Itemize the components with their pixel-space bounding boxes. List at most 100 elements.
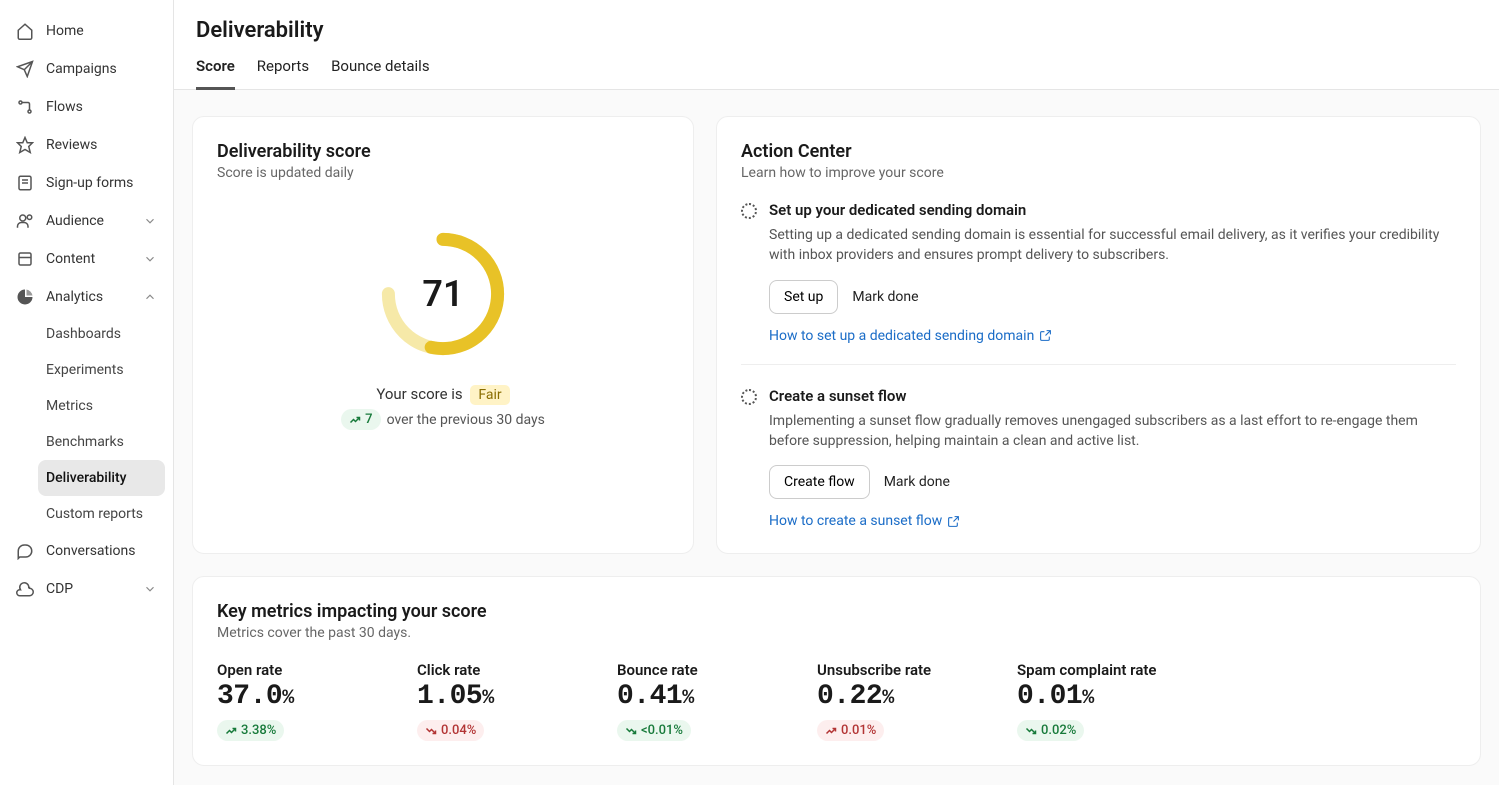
users-icon (16, 212, 34, 230)
sidebar-item-flows[interactable]: Flows (8, 88, 165, 126)
metric-value: 37.0% (217, 681, 377, 712)
content: Deliverability score Score is updated da… (174, 90, 1499, 785)
sidebar-item-label: Content (46, 251, 95, 267)
score-sub: Score is updated daily (217, 165, 669, 181)
score-gauge: 71 (378, 229, 508, 359)
sidebar-item-home[interactable]: Home (8, 12, 165, 50)
submenu-item-custom-reports[interactable]: Custom reports (38, 496, 165, 532)
metric: Click rate1.05%0.04% (417, 661, 577, 741)
sidebar-item-conversations[interactable]: Conversations (8, 532, 165, 570)
content-icon (16, 250, 34, 268)
sidebar-item-signup-forms[interactable]: Sign-up forms (8, 164, 165, 202)
sidebar-item-label: Campaigns (46, 61, 117, 77)
cloud-icon (16, 580, 34, 598)
metric-trend-pill: 3.38% (217, 720, 284, 741)
metric-value: 0.22% (817, 681, 977, 712)
metric-trend-pill: 0.04% (417, 720, 484, 741)
metric-trend-pill: 0.01% (817, 720, 884, 741)
metric-trend-pill: <0.01% (617, 720, 691, 741)
tab-score[interactable]: Score (196, 57, 235, 90)
metric-trend-value: <0.01% (641, 723, 683, 738)
trend-value: 7 (365, 412, 372, 427)
chevron-down-icon (143, 582, 157, 596)
submenu-item-metrics[interactable]: Metrics (38, 388, 165, 424)
sidebar-item-label: Sign-up forms (46, 175, 133, 191)
metric-label: Spam complaint rate (1017, 661, 1177, 679)
trend-suffix: over the previous 30 days (387, 412, 545, 428)
score-badge: Fair (470, 385, 509, 405)
trend-pill: 7 (341, 409, 380, 430)
score-trend: 7 over the previous 30 days (341, 409, 545, 430)
dotted-circle-icon (741, 203, 757, 219)
sidebar-item-cdp[interactable]: CDP (8, 570, 165, 608)
send-icon (16, 60, 34, 78)
setup-button[interactable]: Set up (769, 280, 838, 314)
action-title: Create a sunset flow (769, 387, 1456, 405)
sidebar-item-label: Home (46, 23, 84, 39)
submenu-item-experiments[interactable]: Experiments (38, 352, 165, 388)
external-link-icon (947, 515, 960, 528)
metric-label: Open rate (217, 661, 377, 679)
help-link-text: How to set up a dedicated sending domain (769, 328, 1034, 344)
action-title: Set up your dedicated sending domain (769, 201, 1456, 219)
help-link-sending-domain[interactable]: How to set up a dedicated sending domain (769, 328, 1052, 344)
action-center-card: Action Center Learn how to improve your … (716, 116, 1481, 554)
sidebar-item-audience[interactable]: Audience (8, 202, 165, 240)
submenu-item-benchmarks[interactable]: Benchmarks (38, 424, 165, 460)
star-icon (16, 136, 34, 154)
create-flow-button[interactable]: Create flow (769, 465, 870, 499)
submenu-item-deliverability[interactable]: Deliverability (38, 460, 165, 496)
metrics-grid: Open rate 37.0% 3.38% Click rate1.05%0.04% B… (217, 661, 1456, 741)
flow-icon (16, 98, 34, 116)
sidebar-item-content[interactable]: Content (8, 240, 165, 278)
chevron-down-icon (143, 252, 157, 266)
submenu-item-dashboards[interactable]: Dashboards (38, 316, 165, 352)
metric-trend-value: 0.04% (441, 723, 476, 738)
help-link-sunset-flow[interactable]: How to create a sunset flow (769, 513, 960, 529)
trend-up-icon (349, 414, 361, 426)
metric-label: Bounce rate (617, 661, 777, 679)
form-icon (16, 174, 34, 192)
metric-label: Unsubscribe rate (817, 661, 977, 679)
action-heading: Action Center (741, 141, 1456, 162)
mark-done-button[interactable]: Mark done (852, 289, 918, 305)
metric-trend-value: 0.01% (841, 723, 876, 738)
external-link-icon (1039, 329, 1052, 342)
metric: Unsubscribe rate 0.22% 0.01% (817, 661, 977, 741)
tab-bounce-details[interactable]: Bounce details (331, 57, 430, 89)
metric-trend-value: 0.02% (1041, 723, 1076, 738)
metric: Spam complaint rate0.01%0.02% (1017, 661, 1177, 741)
sidebar-item-label: Flows (46, 99, 83, 115)
sidebar-item-campaigns[interactable]: Campaigns (8, 50, 165, 88)
mark-done-button[interactable]: Mark done (884, 474, 950, 490)
sidebar-item-label: Audience (46, 213, 104, 229)
metric: Bounce rate 0.41% <0.01% (617, 661, 777, 741)
sidebar-item-label: Analytics (46, 289, 103, 305)
sidebar-item-label: Conversations (46, 543, 135, 559)
chat-icon (16, 542, 34, 560)
pie-chart-icon (16, 288, 34, 306)
metric: Open rate 37.0% 3.38% (217, 661, 377, 741)
metrics-heading: Key metrics impacting your score (217, 601, 1456, 622)
metric-label: Click rate (417, 661, 577, 679)
metric-trend-pill: 0.02% (1017, 720, 1084, 741)
score-label: Your score is Fair (376, 385, 509, 403)
metric-trend-value: 3.38% (241, 723, 276, 738)
sidebar-item-analytics[interactable]: Analytics (8, 278, 165, 316)
action-desc: Setting up a dedicated sending domain is… (769, 225, 1456, 266)
chevron-down-icon (143, 214, 157, 228)
sidebar-item-label: CDP (46, 581, 73, 597)
dotted-circle-icon (741, 389, 757, 405)
sidebar: Home Campaigns Flows Reviews Sign-up for… (0, 0, 174, 785)
action-item-sending-domain: Set up your dedicated sending domain Set… (741, 181, 1456, 344)
gauge-container: 71 Your score is Fair 7 over the previou… (217, 181, 669, 450)
score-value: 71 (422, 273, 463, 315)
home-icon (16, 22, 34, 40)
score-label-prefix: Your score is (376, 385, 462, 403)
tab-reports[interactable]: Reports (257, 57, 309, 89)
sidebar-item-reviews[interactable]: Reviews (8, 126, 165, 164)
score-card: Deliverability score Score is updated da… (192, 116, 694, 554)
chevron-up-icon (143, 290, 157, 304)
metric-value: 0.41% (617, 681, 777, 712)
score-heading: Deliverability score (217, 141, 669, 162)
